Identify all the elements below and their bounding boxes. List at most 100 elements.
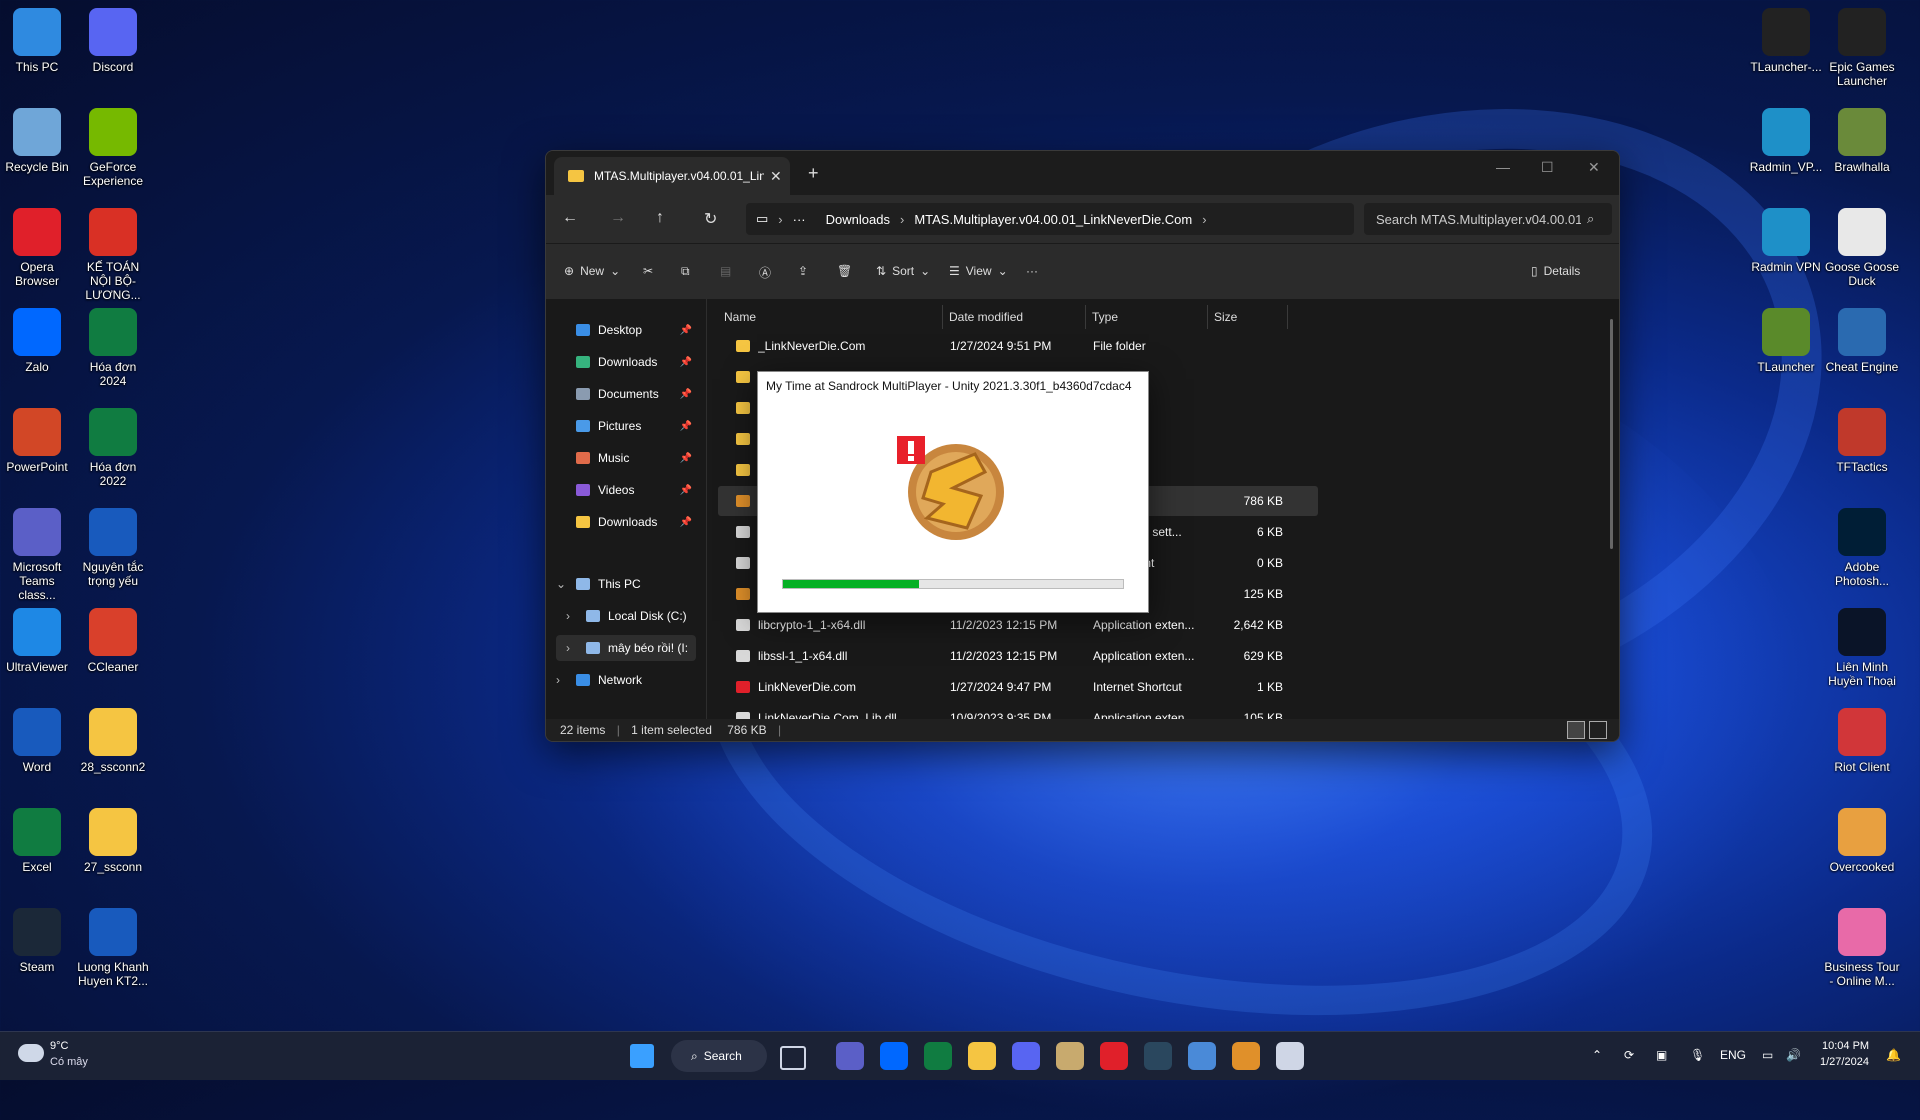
explorer-tab[interactable]: MTAS.Multiplayer.v04.00.01_LinkNeverDie.… bbox=[554, 157, 790, 195]
excel-icon[interactable] bbox=[924, 1042, 952, 1070]
share-button[interactable]: ⇪ bbox=[798, 264, 808, 278]
desktop-icon[interactable]: KẾ TOÁN NỘI BỘ-LƯƠNG... bbox=[75, 208, 151, 302]
more-locations-icon[interactable]: ··· bbox=[793, 212, 806, 227]
new-button[interactable]: ⊕ New ⌄ bbox=[564, 264, 620, 278]
refresh-icon[interactable]: ↻ bbox=[704, 209, 717, 229]
desktop-icon[interactable]: Radmin VPN bbox=[1748, 208, 1824, 274]
search-box[interactable]: Search MTAS.Multiplayer.v04.00.01_LinkNe… bbox=[1364, 203, 1612, 235]
file-row[interactable]: _LinkNeverDie.Com 1/27/2024 9:51 PM File f… bbox=[718, 331, 1318, 361]
desktop-icon[interactable]: Goose Goose Duck bbox=[1824, 208, 1900, 288]
task-view-icon[interactable] bbox=[780, 1046, 806, 1070]
sidebar-item[interactable]: Pictures 📌 bbox=[556, 413, 696, 439]
column-header-size[interactable]: Size bbox=[1208, 305, 1288, 329]
sort-button[interactable]: ⇅ Sort ⌄ bbox=[876, 264, 930, 278]
tree-item[interactable]: ⌄ This PC bbox=[556, 571, 696, 597]
new-tab-button[interactable]: + bbox=[808, 163, 819, 184]
desktop-icon[interactable]: CCleaner bbox=[75, 608, 151, 674]
sidebar-item[interactable]: Downloads 📌 bbox=[556, 509, 696, 535]
forward-icon[interactable]: → bbox=[610, 209, 626, 227]
tree-item[interactable]: › Local Disk (C:) bbox=[556, 603, 696, 629]
vertical-scrollbar[interactable] bbox=[1610, 319, 1613, 549]
clock-time[interactable]: 10:04 PM bbox=[1822, 1040, 1869, 1052]
maximize-button[interactable]: ☐ bbox=[1541, 159, 1554, 176]
meet-icon[interactable] bbox=[836, 1042, 864, 1070]
delete-button[interactable]: 🗑 bbox=[837, 264, 852, 278]
desktop-icon[interactable]: Microsoft Teams class... bbox=[0, 508, 75, 602]
sidebar-item[interactable]: Documents 📌 bbox=[556, 381, 696, 407]
desktop-icon[interactable]: Adobe Photosh... bbox=[1824, 508, 1900, 588]
desktop-icon[interactable]: Riot Client bbox=[1824, 708, 1900, 774]
desktop-icon[interactable]: Cheat Engine bbox=[1824, 308, 1900, 374]
desktop-icon[interactable]: TFTactics bbox=[1824, 408, 1900, 474]
desktop-icon[interactable]: Discord bbox=[75, 8, 151, 74]
details-view-icon[interactable] bbox=[1567, 721, 1585, 739]
opera-icon[interactable] bbox=[1100, 1042, 1128, 1070]
desktop-icon[interactable]: Zalo bbox=[0, 308, 75, 374]
chevron-up-icon[interactable]: ⌃ bbox=[1592, 1048, 1602, 1062]
minimize-button[interactable]: — bbox=[1496, 159, 1510, 175]
tree-chevron-icon[interactable]: › bbox=[556, 673, 570, 687]
close-tab-icon[interactable]: ✕ bbox=[770, 168, 782, 185]
desktop-icon[interactable]: Business Tour - Online M... bbox=[1824, 908, 1900, 988]
clock-date[interactable]: 1/27/2024 bbox=[1820, 1056, 1869, 1068]
sandrock-icon[interactable] bbox=[1232, 1042, 1260, 1070]
desktop-icon[interactable]: Overcooked bbox=[1824, 808, 1900, 874]
desktop-icon[interactable]: Brawlhalla bbox=[1824, 108, 1900, 174]
discord-icon[interactable] bbox=[1012, 1042, 1040, 1070]
tiles-view-icon[interactable] bbox=[1589, 721, 1607, 739]
sidebar-item[interactable]: Videos 📌 bbox=[556, 477, 696, 503]
up-icon[interactable]: ↑ bbox=[656, 209, 664, 227]
sidebar-item[interactable]: Music 📌 bbox=[556, 445, 696, 471]
desktop-icon[interactable]: TLauncher bbox=[1748, 308, 1824, 374]
zalo-icon[interactable] bbox=[880, 1042, 908, 1070]
tree-item[interactable]: › mây béo rồi! (I: bbox=[556, 635, 696, 661]
file-row[interactable]: libssl-1_1-x64.dll 11/2/2023 12:15 PM Appl… bbox=[718, 641, 1318, 671]
microphone-icon[interactable]: 🎙 bbox=[1690, 1048, 1705, 1062]
copy-button[interactable]: ⧉ bbox=[681, 264, 690, 279]
desktop-icon[interactable]: GeForce Experience bbox=[75, 108, 151, 188]
column-header-type[interactable]: Type bbox=[1086, 305, 1208, 329]
more-options-button[interactable]: ··· bbox=[1026, 264, 1038, 278]
sidebar-item[interactable]: Desktop 📌 bbox=[556, 317, 696, 343]
close-button[interactable]: ✕ bbox=[1588, 159, 1600, 176]
sidebar-item[interactable]: Downloads 📌 bbox=[556, 349, 696, 375]
language-indicator[interactable]: ENG bbox=[1720, 1048, 1746, 1062]
volume-icon[interactable]: 🔊 bbox=[1786, 1048, 1801, 1062]
desktop-icon[interactable]: TLauncher-... bbox=[1748, 8, 1824, 74]
desktop-icon[interactable]: Excel bbox=[0, 808, 75, 874]
notification-bell-icon[interactable]: 🔔 bbox=[1886, 1048, 1901, 1062]
cut-button[interactable]: ✂ bbox=[643, 264, 653, 278]
steam-icon[interactable] bbox=[1144, 1042, 1172, 1070]
weather-temp[interactable]: 9°C bbox=[50, 1040, 68, 1052]
desktop-icon[interactable]: Hóa đơn 2022 bbox=[75, 408, 151, 488]
title-bar[interactable]: MTAS.Multiplayer.v04.00.01_LinkNeverDie.… bbox=[546, 151, 1619, 195]
network-icon[interactable]: ▭ bbox=[1762, 1048, 1773, 1062]
tree-chevron-icon[interactable]: ⌄ bbox=[556, 577, 570, 591]
breadcrumb-current-folder[interactable]: MTAS.Multiplayer.v04.00.01_LinkNeverDie.… bbox=[914, 212, 1192, 227]
taskbar-search[interactable]: ⌕ Search bbox=[671, 1040, 767, 1072]
details-button[interactable]: ▯ Details bbox=[1531, 264, 1580, 278]
column-header-name[interactable]: Name bbox=[718, 305, 943, 329]
desktop-icon[interactable]: Epic Games Launcher bbox=[1824, 8, 1900, 88]
desktop-icon[interactable]: Luong Khanh Huyen KT2... bbox=[75, 908, 151, 988]
file-row[interactable]: libcrypto-1_1-x64.dll 11/2/2023 12:15 PM A… bbox=[718, 610, 1318, 640]
desktop-icon[interactable]: Hóa đơn 2024 bbox=[75, 308, 151, 388]
desktop-icon[interactable]: PowerPoint bbox=[0, 408, 75, 474]
desktop-icon[interactable]: Recycle Bin bbox=[0, 108, 75, 174]
file-explorer-icon[interactable] bbox=[968, 1042, 996, 1070]
desktop-icon[interactable]: Steam bbox=[0, 908, 75, 974]
desktop-icon[interactable]: Radmin_VP... bbox=[1748, 108, 1824, 174]
game-controller-icon[interactable] bbox=[1276, 1042, 1304, 1070]
tree-chevron-icon[interactable]: › bbox=[566, 641, 580, 655]
desktop-icon[interactable]: This PC bbox=[0, 8, 75, 74]
unity-loading-dialog[interactable]: My Time at Sandrock MultiPlayer - Unity … bbox=[757, 371, 1149, 613]
address-bar[interactable]: ▭ › ··· Downloads › MTAS.Multiplayer.v04… bbox=[746, 203, 1354, 235]
rename-button[interactable]: Ⓐ bbox=[759, 264, 771, 281]
desktop-icon[interactable]: Nguyên tắc trọng yếu bbox=[75, 508, 151, 588]
weather-text[interactable]: Có mây bbox=[50, 1056, 88, 1068]
desktop-icon[interactable]: Liên Minh Huyền Thoại bbox=[1824, 608, 1900, 688]
breadcrumb-downloads[interactable]: Downloads bbox=[826, 212, 890, 227]
app-tray-icon[interactable]: ▣ bbox=[1656, 1048, 1667, 1062]
desktop-icon[interactable]: Word bbox=[0, 708, 75, 774]
tree-chevron-icon[interactable]: › bbox=[566, 609, 580, 623]
